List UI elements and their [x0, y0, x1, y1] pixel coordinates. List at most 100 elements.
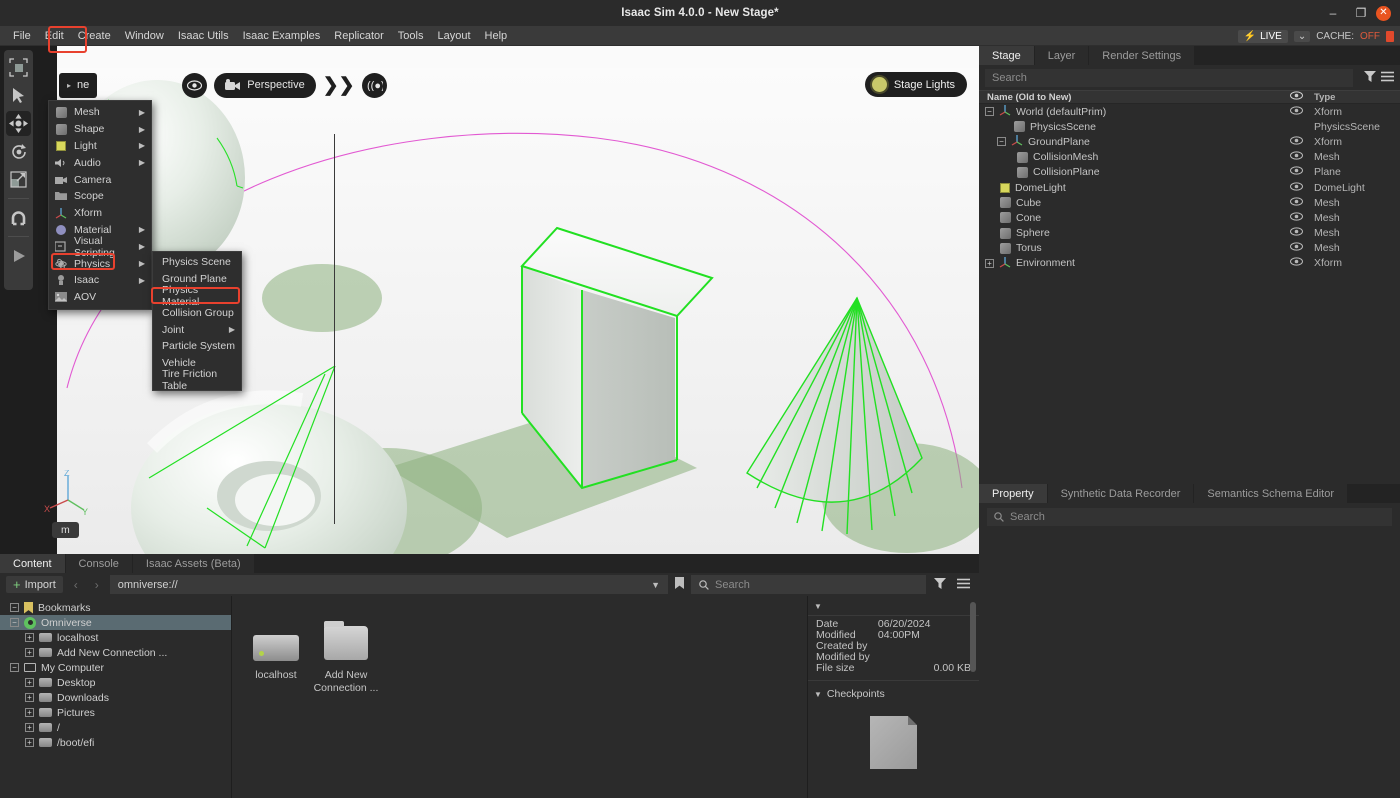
nav-forward-button[interactable]: › — [89, 578, 105, 592]
stage-row-world[interactable]: − World (defaultPrim) Xform — [979, 104, 1400, 119]
create-menu-item-isaac[interactable]: Isaac ▶ — [49, 272, 151, 289]
snap-magnet-icon[interactable] — [6, 205, 31, 230]
menu-layout[interactable]: Layout — [430, 26, 477, 46]
expander-icon[interactable]: − — [10, 618, 19, 627]
menu-isaac-utils[interactable]: Isaac Utils — [171, 26, 236, 46]
visibility-toggle-icon[interactable] — [1284, 151, 1308, 163]
create-menu-item-physics[interactable]: Physics ▶ — [49, 255, 151, 272]
eye-icon[interactable] — [182, 72, 208, 98]
close-button[interactable]: ✕ — [1376, 5, 1391, 21]
stage-row-cube[interactable]: Cube Mesh — [979, 195, 1400, 210]
physics-menu-item-tire-friction-table[interactable]: Tire Friction Table — [153, 368, 241, 392]
visibility-toggle-icon[interactable] — [1284, 242, 1308, 254]
minimize-button[interactable]: – — [1320, 0, 1346, 26]
content-search-input[interactable]: Search — [691, 575, 926, 594]
tab-synthetic-data-recorder[interactable]: Synthetic Data Recorder — [1047, 484, 1195, 503]
scale-tool-icon[interactable] — [6, 167, 31, 192]
maximize-button[interactable]: ❐ — [1348, 0, 1374, 26]
tree-item-pictures[interactable]: + Pictures — [0, 705, 231, 720]
checkpoints-section-header[interactable]: ▼ Checkpoints — [808, 684, 979, 704]
visibility-toggle-icon[interactable] — [1284, 212, 1308, 224]
menu-isaac-examples[interactable]: Isaac Examples — [236, 26, 328, 46]
camera-selector-button[interactable]: Perspective — [214, 72, 316, 98]
tab-property[interactable]: Property — [979, 484, 1048, 503]
visibility-toggle-icon[interactable] — [1284, 181, 1308, 194]
tab-content[interactable]: Content — [0, 554, 66, 573]
expander-icon[interactable]: + — [25, 738, 34, 747]
create-menu-item-light[interactable]: Light ▶ — [49, 138, 151, 155]
create-menu-item-camera[interactable]: Camera — [49, 171, 151, 188]
filter-icon[interactable] — [931, 577, 949, 592]
stage-row-torus[interactable]: Torus Mesh — [979, 241, 1400, 256]
visibility-toggle-icon[interactable] — [1284, 105, 1308, 118]
stage-row-cone[interactable]: Cone Mesh — [979, 210, 1400, 225]
live-badge[interactable]: ⚡ LIVE — [1237, 29, 1288, 43]
tab-render-settings[interactable]: Render Settings — [1089, 46, 1196, 65]
stage-row-sphere[interactable]: Sphere Mesh — [979, 226, 1400, 241]
expander-icon[interactable]: − — [10, 663, 19, 672]
content-tree[interactable]: − Bookmarks − Omniverse + localhost + Ad… — [0, 596, 232, 798]
tree-item-boot-efi[interactable]: + /boot/efi — [0, 735, 231, 750]
grid-item-add-new-connection[interactable]: Add New Connection ... — [300, 621, 392, 695]
stage-row-groundplane[interactable]: − GroundPlane Xform — [979, 134, 1400, 149]
tab-stage[interactable]: Stage — [979, 46, 1035, 65]
tab-semantics-schema-editor[interactable]: Semantics Schema Editor — [1194, 484, 1348, 503]
stage-tree[interactable]: − World (defaultPrim) Xform PhysicsScene — [979, 104, 1400, 271]
tree-item-my-computer[interactable]: − My Computer — [0, 660, 231, 675]
chevron-down-icon[interactable]: ▼ — [651, 580, 660, 590]
stage-row-physicsscene[interactable]: PhysicsScene PhysicsScene — [979, 119, 1400, 134]
play-icon[interactable] — [6, 243, 31, 268]
create-menu-item-audio[interactable]: Audio ▶ — [49, 154, 151, 171]
column-header-name[interactable]: Name (Old to New) — [979, 92, 1284, 103]
stage-row-collisionmesh[interactable]: CollisionMesh Mesh — [979, 150, 1400, 165]
stage-row-environment[interactable]: + Environment Xform — [979, 256, 1400, 271]
expander-icon[interactable]: − — [10, 603, 19, 612]
physics-menu-item-particle-system[interactable]: Particle System — [153, 338, 241, 355]
visibility-toggle-icon[interactable] — [1284, 257, 1308, 269]
path-input[interactable]: omniverse:// ▼ — [109, 575, 668, 594]
move-tool-icon[interactable] — [6, 111, 31, 136]
visibility-toggle-icon[interactable] — [1284, 136, 1308, 148]
tree-item-root[interactable]: + / — [0, 720, 231, 735]
tree-item-desktop[interactable]: + Desktop — [0, 675, 231, 690]
scene-selector-button[interactable]: ▸ ne — [59, 72, 98, 98]
menu-help[interactable]: Help — [478, 26, 515, 46]
column-header-type[interactable]: Type — [1308, 92, 1400, 103]
expander-icon[interactable]: + — [25, 633, 34, 642]
create-menu-item-shape[interactable]: Shape ▶ — [49, 121, 151, 138]
menu-edit[interactable]: Edit — [38, 26, 71, 46]
hamburger-icon[interactable] — [954, 578, 973, 592]
tab-console[interactable]: Console — [65, 554, 133, 573]
create-menu-item-scope[interactable]: Scope — [49, 188, 151, 205]
menu-tools[interactable]: Tools — [391, 26, 431, 46]
expander-icon[interactable]: + — [25, 648, 34, 657]
import-button[interactable]: + Import — [6, 576, 63, 593]
tree-item-localhost[interactable]: + localhost — [0, 630, 231, 645]
menu-window[interactable]: Window — [118, 26, 171, 46]
select-mode-icon[interactable] — [6, 55, 31, 80]
details-collapse-toggle[interactable]: ▼ — [808, 596, 979, 612]
create-menu-item-mesh[interactable]: Mesh ▶ — [49, 104, 151, 121]
menu-file[interactable]: File — [6, 26, 38, 46]
tree-item-add-new-connection[interactable]: + Add New Connection ... — [0, 645, 231, 660]
property-search-input[interactable]: Search — [987, 508, 1392, 526]
rotate-tool-icon[interactable] — [6, 139, 31, 164]
visibility-toggle-icon[interactable] — [1284, 166, 1308, 178]
expander-icon[interactable]: + — [25, 723, 34, 732]
create-menu-item-aov[interactable]: AOV — [49, 289, 151, 306]
expander-icon[interactable]: + — [25, 693, 34, 702]
create-menu-item-visual-scripting[interactable]: Visual Scripting ▶ — [49, 235, 151, 259]
hamburger-icon[interactable] — [1381, 71, 1394, 85]
expander-icon[interactable]: + — [985, 258, 994, 268]
tree-item-downloads[interactable]: + Downloads — [0, 690, 231, 705]
stage-row-collisionplane[interactable]: CollisionPlane Plane — [979, 165, 1400, 180]
expander-icon[interactable]: + — [25, 678, 34, 687]
tab-isaac-assets[interactable]: Isaac Assets (Beta) — [132, 554, 255, 573]
physics-menu-item-physics-scene[interactable]: Physics Scene — [153, 254, 241, 271]
stage-row-domelight[interactable]: DomeLight DomeLight — [979, 180, 1400, 195]
tree-item-omniverse[interactable]: − Omniverse — [0, 615, 231, 630]
physics-menu-item-collision-group[interactable]: Collision Group — [153, 304, 241, 321]
render-mode-icon[interactable]: ((●)) — [361, 72, 387, 98]
expander-icon[interactable]: − — [985, 107, 994, 117]
stage-search-input[interactable]: Search — [985, 69, 1353, 87]
